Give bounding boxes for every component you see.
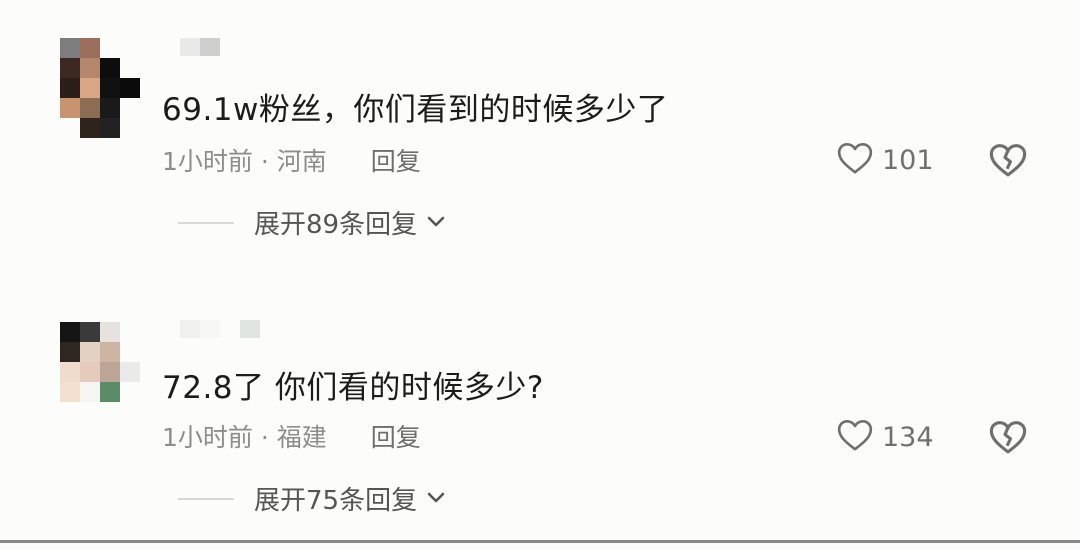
chevron-down-icon — [425, 489, 447, 509]
comment-location: 河南 — [276, 147, 327, 176]
reply-button[interactable]: 回复 — [371, 147, 421, 176]
comment-meta: 1小时前 · 福建 回复 — [162, 418, 421, 454]
heart-outline-icon — [834, 138, 876, 182]
broken-heart-icon — [986, 421, 1030, 462]
avatar[interactable] — [60, 322, 140, 402]
avatar[interactable] — [60, 38, 140, 138]
like-button[interactable]: 101 — [834, 138, 934, 182]
chevron-down-icon — [425, 213, 447, 233]
comment-time: 1小时前 — [162, 147, 253, 176]
comment-meta: 1小时前 · 河南 回复 — [162, 142, 421, 178]
expand-replies-button[interactable]: 展开75条回复 — [178, 480, 447, 517]
meta-separator: · — [252, 423, 277, 452]
divider — [178, 221, 234, 224]
comment-location: 福建 — [276, 423, 327, 452]
dislike-button[interactable] — [986, 139, 1030, 185]
comment-time: 1小时前 — [162, 423, 253, 452]
reply-button[interactable]: 回复 — [371, 423, 421, 452]
username[interactable] — [180, 38, 220, 56]
dislike-button[interactable] — [986, 416, 1030, 462]
expand-replies-button[interactable]: 展开89条回复 — [178, 204, 447, 241]
comment-text: 69.1w粉丝，你们看到的时候多少了 — [162, 92, 669, 128]
like-button[interactable]: 134 — [834, 415, 934, 459]
comment-text: 72.8了 你们看的时候多少? — [162, 370, 544, 406]
divider — [178, 497, 234, 500]
comment-item: 69.1w粉丝，你们看到的时候多少了 1小时前 · 河南 回复 101 展开89条… — [0, 0, 1080, 270]
like-count: 134 — [882, 421, 934, 453]
like-count: 101 — [882, 144, 934, 176]
meta-separator: · — [252, 147, 277, 176]
username[interactable] — [180, 320, 260, 338]
broken-heart-icon — [986, 144, 1030, 185]
comment-item: 72.8了 你们看的时候多少? 1小时前 · 福建 回复 134 展开75条回复 — [0, 280, 1080, 550]
expand-replies-label: 展开75条回复 — [254, 486, 418, 516]
expand-replies-label: 展开89条回复 — [254, 210, 418, 240]
heart-outline-icon — [834, 415, 876, 459]
